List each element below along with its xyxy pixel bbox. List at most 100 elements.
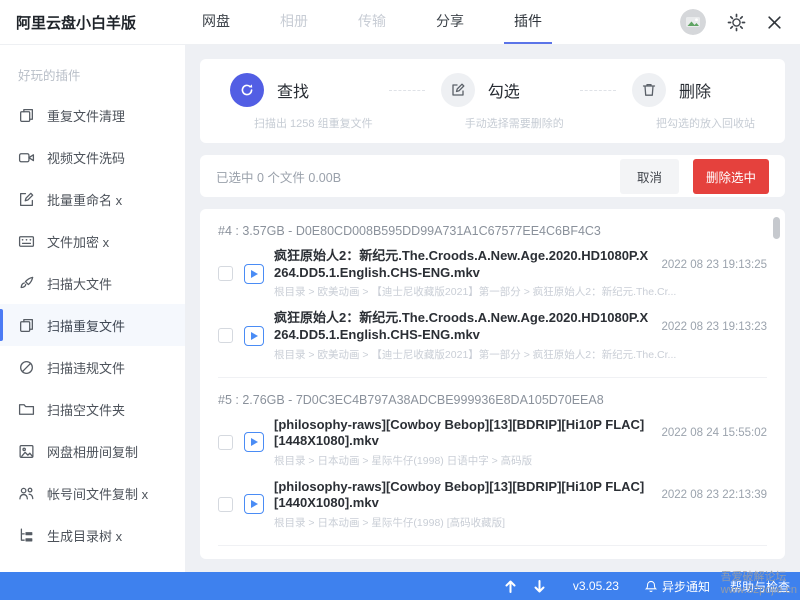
sidebar-item-scan-large-files[interactable]: 扫描大文件 — [0, 262, 185, 304]
header-actions — [680, 0, 782, 44]
step-subtitle: 扫描出 1258 组重复文件 — [254, 115, 373, 131]
play-icon[interactable] — [244, 432, 264, 452]
tab-album[interactable]: 相册 — [270, 0, 318, 44]
step-delete: 删除 把勾选的放入回收站 — [632, 73, 755, 131]
async-notify-label: 异步通知 — [662, 578, 710, 595]
users-icon — [18, 485, 35, 502]
bell-icon — [645, 580, 657, 593]
version-label: v3.05.23 — [573, 579, 619, 593]
step-connector — [389, 90, 425, 91]
async-notify-button[interactable]: 异步通知 — [645, 578, 710, 595]
sidebar-item-scan-duplicates[interactable]: 扫描重复文件 — [0, 304, 185, 346]
step-title: 删除 — [679, 78, 711, 102]
sidebar-item-label: 文件加密 x — [47, 232, 109, 251]
sidebar-item-label: 视频文件洗码 — [47, 148, 125, 167]
app-title: 阿里云盘小白羊版 — [16, 12, 182, 33]
file-path: 根目录 > 日本动画 > 星际牛仔(1998) [高码收藏版] — [274, 515, 767, 530]
main-nav: 网盘 相册 传输 分享 插件 — [192, 0, 552, 44]
duplicate-file-list: #4 : 3.57GB - D0E80CD008B595DD99A731A1C6… — [200, 209, 785, 559]
file-path: 根目录 > 欧美动画 > 【迪士尼收藏版2021】第一部分 > 疯狂原始人2：新… — [274, 284, 767, 299]
watermark-line1: 吾爱破解论坛 — [721, 571, 797, 584]
file-name[interactable]: [philosophy-raws][Cowboy Bebop][13][BDRI… — [274, 479, 653, 512]
play-icon[interactable] — [244, 264, 264, 284]
steps-panel: 查找 扫描出 1258 组重复文件 勾选 手动选择需要删除的 — [200, 59, 785, 143]
copy-icon — [18, 107, 35, 124]
delete-selected-button[interactable]: 删除选中 — [693, 159, 769, 194]
upload-arrow-icon[interactable] — [505, 580, 516, 593]
file-path: 根目录 > 日本动画 > 星际牛仔(1998) 日语中字 > 高码版 — [274, 453, 767, 468]
folder-icon — [18, 401, 35, 418]
sidebar-item-duplicate-clean[interactable]: 重复文件清理 — [0, 94, 185, 136]
scrollbar-thumb[interactable] — [773, 217, 780, 239]
album-icon — [18, 443, 35, 460]
video-icon — [18, 149, 35, 166]
sidebar: 好玩的插件 重复文件清理 视频文件洗码 批量重命名 x 文件加密 x 扫描大文件 — [0, 45, 185, 572]
file-name[interactable]: 疯狂原始人2：新纪元.The.Croods.A.New.Age.2020.HD1… — [274, 248, 653, 281]
sidebar-item-label: 批量重命名 x — [47, 190, 122, 209]
sidebar-item-label: 扫描违规文件 — [47, 358, 125, 377]
trash-icon — [632, 73, 666, 107]
file-date: 2022 08 23 22:13:39 — [653, 489, 767, 501]
sidebar-item-account-copy[interactable]: 帐号间文件复制 x — [0, 472, 185, 514]
ban-icon — [18, 359, 35, 376]
selection-summary: 已选中 0 个文件 0.00B — [216, 167, 341, 186]
tab-netdisk[interactable]: 网盘 — [192, 0, 240, 44]
play-icon[interactable] — [244, 494, 264, 514]
file-checkbox[interactable] — [218, 328, 233, 343]
file-row: 疯狂原始人2：新纪元.The.Croods.A.New.Age.2020.HD1… — [218, 301, 767, 363]
file-row: 疯狂原始人2：新纪元.The.Croods.A.New.Age.2020.HD1… — [218, 239, 767, 301]
file-date: 2022 08 24 15:55:02 — [653, 427, 767, 439]
file-row: [philosophy-raws][Cowboy Bebop][13][BDRI… — [218, 470, 767, 532]
pencil-icon — [441, 73, 475, 107]
watermark: 吾爱破解论坛 www.52pojie.cn — [721, 571, 797, 597]
sidebar-item-label: 网盘相册间复制 — [47, 442, 138, 461]
sidebar-item-label: 重复文件清理 — [47, 106, 125, 125]
main-content: 查找 扫描出 1258 组重复文件 勾选 手动选择需要删除的 — [185, 45, 800, 572]
user-avatar[interactable] — [680, 9, 706, 35]
file-name[interactable]: [philosophy-raws][Cowboy Bebop][13][BDRI… — [274, 417, 653, 450]
group-divider — [218, 545, 767, 546]
tab-share[interactable]: 分享 — [426, 0, 474, 44]
sidebar-item-label: 生成目录树 x — [47, 526, 122, 545]
tab-plugins[interactable]: 插件 — [504, 0, 552, 44]
step-subtitle: 手动选择需要删除的 — [465, 115, 564, 131]
group-header: #4 : 3.57GB - D0E80CD008B595DD99A731A1C6… — [218, 209, 767, 239]
step-title: 勾选 — [488, 78, 520, 102]
app-window: 阿里云盘小白羊版 网盘 相册 传输 分享 插件 好玩的插件 重复文 — [0, 0, 800, 600]
step-subtitle: 把勾选的放入回收站 — [656, 115, 755, 131]
sidebar-item-album-copy[interactable]: 网盘相册间复制 — [0, 430, 185, 472]
sidebar-item-label: 帐号间文件复制 x — [47, 484, 148, 503]
sidebar-item-video-wash[interactable]: 视频文件洗码 — [0, 136, 185, 178]
sidebar-item-batch-rename[interactable]: 批量重命名 x — [0, 178, 185, 220]
tab-transfer[interactable]: 传输 — [348, 0, 396, 44]
sidebar-item-scan-violations[interactable]: 扫描违规文件 — [0, 346, 185, 388]
file-date: 2022 08 23 19:13:25 — [653, 259, 767, 271]
step-find: 查找 扫描出 1258 组重复文件 — [230, 73, 373, 131]
step-title: 查找 — [277, 78, 309, 102]
selection-bar: 已选中 0 个文件 0.00B 取消 删除选中 — [200, 155, 785, 197]
file-checkbox[interactable] — [218, 266, 233, 281]
sidebar-item-file-encrypt[interactable]: 文件加密 x — [0, 220, 185, 262]
download-arrow-icon[interactable] — [534, 580, 545, 593]
copy-icon — [18, 317, 35, 334]
play-icon[interactable] — [244, 326, 264, 346]
settings-gear-icon[interactable] — [727, 13, 746, 32]
sidebar-item-directory-tree[interactable]: 生成目录树 x — [0, 514, 185, 556]
status-bar: v3.05.23 异步通知 帮助与检查 — [0, 572, 800, 600]
close-icon[interactable] — [767, 15, 782, 30]
sidebar-item-scan-empty-folders[interactable]: 扫描空文件夹 — [0, 388, 185, 430]
title-bar: 阿里云盘小白羊版 网盘 相册 传输 分享 插件 — [0, 0, 800, 45]
step-select: 勾选 手动选择需要删除的 — [441, 73, 564, 131]
brush-icon — [18, 275, 35, 292]
sidebar-item-label: 扫描重复文件 — [47, 316, 125, 335]
file-row: [philosophy-raws][Cowboy Bebop][13][BDRI… — [218, 408, 767, 470]
cancel-button[interactable]: 取消 — [620, 159, 679, 194]
file-path: 根目录 > 欧美动画 > 【迪士尼收藏版2021】第一部分 > 疯狂原始人2：新… — [274, 347, 767, 362]
step-connector — [580, 90, 616, 91]
keypad-icon — [18, 233, 35, 250]
file-name[interactable]: 疯狂原始人2：新纪元.The.Croods.A.New.Age.2020.HD1… — [274, 310, 653, 343]
watermark-line2: www.52pojie.cn — [721, 584, 797, 597]
file-checkbox[interactable] — [218, 497, 233, 512]
file-checkbox[interactable] — [218, 435, 233, 450]
sidebar-item-label: 扫描空文件夹 — [47, 400, 125, 419]
